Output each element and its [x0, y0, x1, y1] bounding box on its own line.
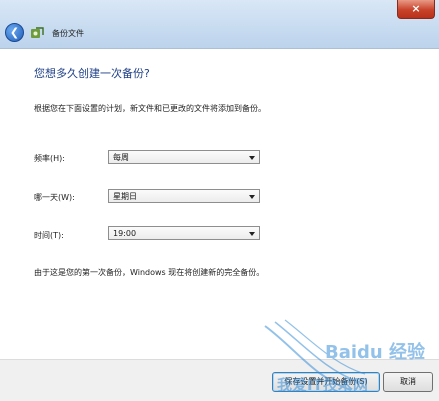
title-bar: ❮ 备份文件 × [0, 0, 439, 49]
backup-icon [31, 27, 44, 38]
time-label: 时间(T): [34, 231, 64, 240]
page-heading: 您想多久创建一次备份? [34, 67, 150, 80]
main-panel: 您想多久创建一次备份? 根据您在下面设置的计划，新文件和已更改的文件将添加到备份… [0, 49, 439, 359]
page-description: 根据您在下面设置的计划，新文件和已更改的文件将添加到备份。 [34, 104, 266, 113]
frequency-value: 每周 [113, 153, 129, 162]
frequency-label: 频率(H): [34, 154, 65, 163]
chevron-down-icon [249, 156, 255, 160]
time-value: 19:00 [113, 229, 137, 238]
day-value: 星期日 [113, 192, 137, 201]
day-label: 哪一天(W): [34, 193, 75, 202]
window-title: 备份文件 [52, 29, 84, 38]
save-and-start-button[interactable]: 保存设置并开始备份(S) [272, 372, 380, 392]
backup-note: 由于这是您的第一次备份，Windows 现在将创建新的完全备份。 [34, 268, 265, 277]
frequency-select[interactable]: 每周 [108, 150, 260, 164]
back-arrow-icon[interactable]: ❮ [5, 23, 24, 42]
day-select[interactable]: 星期日 [108, 189, 260, 203]
cancel-button[interactable]: 取消 [383, 372, 433, 392]
footer-bar: 保存设置并开始备份(S) 取消 [0, 359, 439, 401]
chevron-down-icon [249, 195, 255, 199]
time-select[interactable]: 19:00 [108, 226, 260, 240]
close-button[interactable]: × [397, 0, 435, 19]
chevron-down-icon [249, 232, 255, 236]
